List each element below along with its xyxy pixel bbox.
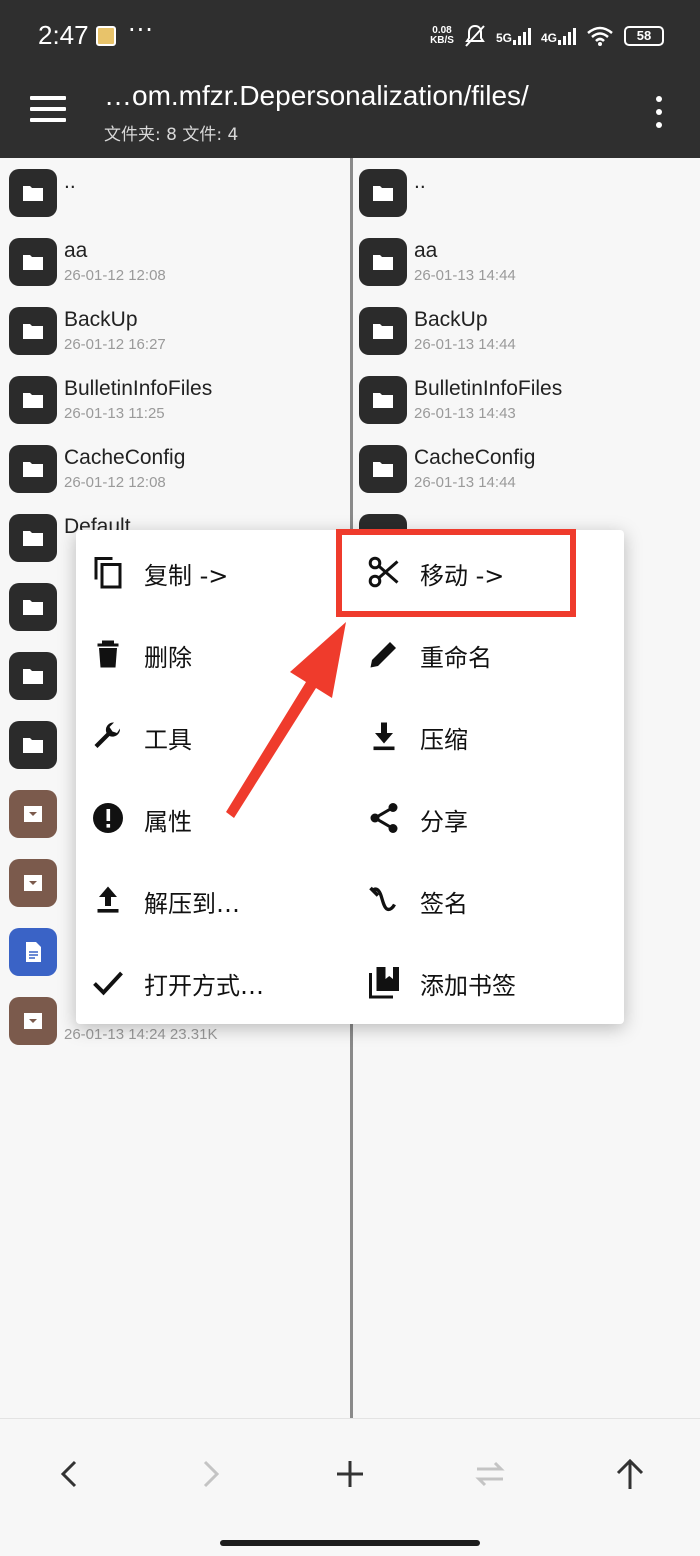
current-path: …om.mfzr.Depersonalization/files/ (104, 80, 529, 111)
list-item[interactable]: .. (353, 158, 700, 227)
file-name: BackUp (414, 308, 488, 331)
download-icon (373, 722, 395, 751)
archive-icon (9, 997, 57, 1045)
file-meta: 26-01-12 12:08 (64, 267, 166, 284)
list-item[interactable]: BackUp 26-01-12 16:27 (0, 296, 350, 365)
folder-icon (9, 652, 57, 700)
file-meta: 26-01-13 14:44 (414, 336, 516, 353)
copy-icon (94, 557, 122, 589)
list-item[interactable]: CacheConfig 26-01-12 12:08 (0, 434, 350, 503)
menu-item-copy[interactable]: 复制 -> (76, 530, 346, 612)
info-icon (93, 803, 123, 833)
menu-item-tools[interactable]: 工具 (76, 694, 346, 776)
home-indicator[interactable] (220, 1540, 480, 1546)
add-icon[interactable] (325, 1449, 375, 1499)
file-meta: 26-01-13 11:25 (64, 405, 165, 422)
folder-icon (9, 169, 57, 217)
list-item[interactable]: BulletinInfoFiles 26-01-13 11:25 (0, 365, 350, 434)
file-name: .. (64, 170, 76, 193)
list-item[interactable]: CacheConfig 26-01-13 14:44 (353, 434, 700, 503)
file-meta: 26-01-13 14:44 (414, 267, 516, 284)
highlight-box (336, 529, 576, 617)
list-item[interactable]: aa 26-01-13 14:44 (353, 227, 700, 296)
wrench-icon (94, 722, 121, 748)
back-arrow-icon[interactable] (45, 1449, 95, 1499)
folder-icon (9, 238, 57, 286)
trash-icon (97, 640, 119, 668)
more-notifications-icon: ··· (128, 16, 154, 44)
document-icon (9, 928, 57, 976)
folder-icon (359, 169, 407, 217)
upload-icon (97, 886, 119, 913)
menu-item-sign[interactable]: 签名 (352, 858, 622, 940)
file-meta: 26-01-13 14:24 23.31K (64, 1026, 218, 1043)
file-name: CacheConfig (414, 446, 536, 469)
pencil-icon (370, 642, 396, 668)
mute-bell-icon (465, 24, 485, 47)
hamburger-menu-icon[interactable] (30, 96, 66, 126)
signature-icon (369, 886, 396, 912)
archive-icon (9, 790, 57, 838)
bookmark-icon (369, 967, 399, 999)
overflow-menu-icon[interactable] (654, 96, 664, 128)
folder-icon (9, 583, 57, 631)
signal-4g-icon: 4G (541, 27, 576, 45)
menu-item-add-bookmark[interactable]: 添加书签 (352, 940, 622, 1022)
folder-icon (9, 445, 57, 493)
signal-5g-icon: 5G (496, 27, 531, 45)
file-meta: 26-01-12 12:08 (64, 474, 166, 491)
check-icon (93, 971, 123, 996)
folder-icon (9, 721, 57, 769)
archive-icon (9, 859, 57, 907)
swap-icon[interactable] (465, 1449, 515, 1499)
menu-item-properties[interactable]: 属性 (76, 776, 346, 858)
list-item[interactable]: BulletinInfoFiles 26-01-13 14:43 (353, 365, 700, 434)
up-arrow-icon[interactable] (605, 1449, 655, 1499)
battery-icon: 58 (624, 26, 664, 46)
status-time: 2:47 (38, 20, 89, 50)
file-meta: 26-01-13 14:43 (414, 405, 516, 422)
item-counts: 文件夹: 8 文件: 4 (104, 125, 239, 145)
share-icon (370, 803, 398, 833)
folder-icon (359, 445, 407, 493)
file-name: CacheConfig (64, 446, 186, 469)
list-item[interactable]: .. (0, 158, 350, 227)
file-name: BackUp (64, 308, 138, 331)
forward-arrow-icon[interactable] (185, 1449, 235, 1499)
file-name: BulletinInfoFiles (414, 377, 563, 400)
folder-icon (359, 376, 407, 424)
wifi-icon (587, 26, 613, 46)
file-name: aa (64, 239, 88, 262)
menu-item-delete[interactable]: 删除 (76, 612, 346, 694)
folder-icon (359, 238, 407, 286)
list-item[interactable]: BackUp 26-01-13 14:44 (353, 296, 700, 365)
menu-item-rename[interactable]: 重命名 (352, 612, 622, 694)
file-name: .. (414, 170, 426, 193)
menu-item-open-with[interactable]: 打开方式… (76, 940, 346, 1022)
file-meta: 26-01-13 14:44 (414, 474, 516, 491)
status-bar: 2:47 ··· 0.08 KB/S 5G 4G 58 (0, 0, 700, 72)
folder-icon (9, 376, 57, 424)
folder-icon (9, 307, 57, 355)
file-name: BulletinInfoFiles (64, 377, 213, 400)
menu-item-extract-to[interactable]: 解压到… (76, 858, 346, 940)
file-meta: 26-01-12 16:27 (64, 336, 166, 353)
list-item[interactable]: aa 26-01-12 12:08 (0, 227, 350, 296)
folder-icon (359, 307, 407, 355)
folder-icon (9, 514, 57, 562)
file-name: aa (414, 239, 438, 262)
bottom-toolbar (0, 1418, 700, 1556)
app-bar: …om.mfzr.Depersonalization/files/ 文件夹: 8… (0, 72, 700, 158)
weather-icon (96, 26, 116, 46)
menu-item-compress[interactable]: 压缩 (352, 694, 622, 776)
network-speed: 0.08 KB/S (430, 25, 454, 46)
menu-item-share[interactable]: 分享 (352, 776, 622, 858)
status-icons: 0.08 KB/S 5G 4G 58 (430, 22, 664, 50)
